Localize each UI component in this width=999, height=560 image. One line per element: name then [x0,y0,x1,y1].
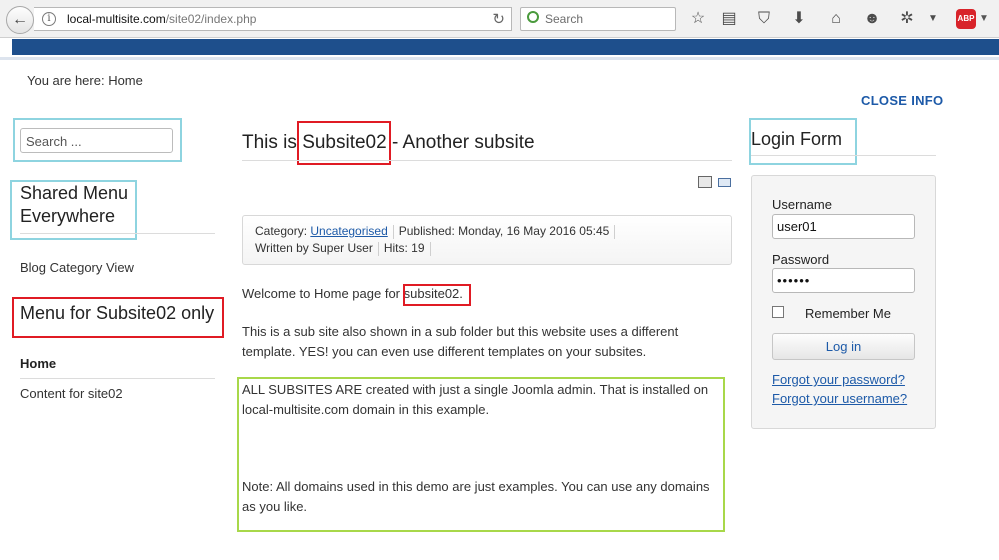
download-icon[interactable]: ⬇ [788,9,810,29]
browser-search-input[interactable]: Search [520,7,676,31]
subsite-description-paragraph: This is a sub site also shown in a sub f… [242,324,679,359]
username-label: Username [772,197,832,212]
reload-icon[interactable]: ↻ [492,10,505,28]
username-field[interactable]: user01 [772,214,915,239]
login-form-title: Login Form [751,129,843,149]
menu-item-home[interactable]: Home [20,356,56,371]
remember-me-checkbox[interactable] [772,306,784,318]
password-label: Password [772,252,830,267]
reading-list-icon[interactable]: ▤ [718,9,740,29]
browser-search-placeholder: Search [545,12,584,26]
published-date: Published: Monday, 16 May 2016 05:45 [398,224,610,238]
subsite-menu-divider [20,378,215,379]
home-icon[interactable]: ⌂ [825,9,847,29]
forgot-username-link[interactable]: Forgot your username? [772,391,907,406]
site-search-input[interactable]: Search ... [20,128,173,153]
shared-menu-divider [20,233,215,234]
url-domain: local-multisite.com [67,12,166,26]
login-button[interactable]: Log in [772,333,915,360]
browser-toolbar: ← i local-multisite.com/site02/index.php… [0,0,999,38]
extension-icon[interactable]: ✲ [896,9,918,29]
article-title-prefix: This is [242,132,303,153]
url-path: /site02/index.php [165,12,257,26]
welcome-prefix: Welcome to Home page for [242,286,404,301]
title-highlight-box [297,121,391,165]
article-title-divider [242,160,732,161]
emoji-icon[interactable]: ☻ [861,9,883,29]
search-engine-icon [527,11,539,23]
site-search-placeholder: Search ... [26,134,82,149]
adblock-plus-icon[interactable]: ABP [956,9,976,29]
welcome-highlight-box [403,284,471,306]
pocket-icon[interactable]: ⛉ [753,9,775,29]
category-link[interactable]: Uncategorised [310,224,387,238]
menu-item-blog-category-view[interactable]: Blog Category View [20,260,134,275]
star-icon[interactable]: ☆ [687,9,709,29]
single-admin-paragraph: ALL SUBSITES ARE created with just a sin… [242,382,709,417]
address-bar[interactable]: i local-multisite.com/site02/index.php ↻ [34,7,512,31]
hits-text: Hits: 19 [383,241,425,255]
shared-menu-title: Shared Menu Everywhere [20,183,129,226]
banner-divider [0,57,999,60]
article-info-row-2: Written by Super User Hits: 19 [255,241,436,256]
breadcrumb: You are here: Home [27,73,143,88]
login-title-divider [751,155,936,156]
forgot-password-link[interactable]: Forgot your password? [772,372,905,387]
article-info-panel: Category: Uncategorised Published: Monday… [242,215,732,265]
email-icon[interactable] [718,178,731,187]
password-field[interactable]: •••••• [772,268,915,293]
article-title-suffix: - Another subsite [386,132,535,153]
category-label: Category: [255,224,311,238]
close-info-link[interactable]: CLOSE INFO [861,93,943,108]
print-icon[interactable] [698,176,712,188]
author-text: Written by Super User [255,241,373,255]
menu-dropdown-icon[interactable]: ▼ [922,9,944,29]
site-info-icon[interactable]: i [42,12,56,26]
domains-note-paragraph: Note: All domains used in this demo are … [242,479,710,514]
remember-me-label: Remember Me [805,306,891,321]
back-arrow-icon: ← [12,11,28,28]
subsite-menu-title: Menu for Subsite02 only [20,303,215,323]
menu-item-content-for-site02[interactable]: Content for site02 [20,386,123,401]
back-button[interactable]: ← [6,6,34,34]
article-info-row-1: Category: Uncategorised Published: Monday… [255,224,620,239]
adblock-dropdown-icon[interactable]: ▼ [979,9,989,29]
site-banner [12,39,999,55]
url-text: local-multisite.com/site02/index.php [67,12,256,26]
